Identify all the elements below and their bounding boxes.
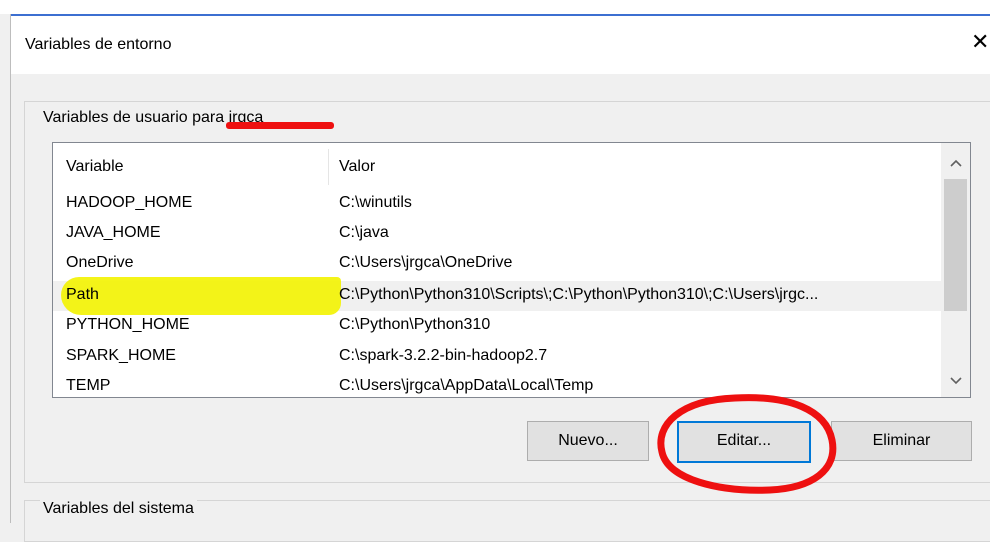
window-title: Variables de entorno (25, 36, 172, 53)
chevron-down-icon[interactable] (941, 365, 970, 395)
delete-button[interactable]: Eliminar (831, 421, 972, 461)
close-icon[interactable]: ✕ (971, 30, 989, 54)
redaction-mark (226, 122, 334, 129)
table-row[interactable]: JAVA_HOME C:\java (53, 219, 941, 249)
column-header-valor[interactable]: Valor (339, 158, 375, 176)
column-divider[interactable] (328, 149, 329, 185)
system-variables-legend: Variables del sistema (40, 500, 197, 518)
table-row[interactable]: OneDrive C:\Users\jrgca\OneDrive (53, 249, 941, 279)
cell-valor: C:\java (339, 224, 389, 241)
cell-variable: PYTHON_HOME (66, 316, 190, 333)
table-row[interactable]: SPARK_HOME C:\spark-3.2.2-bin-hadoop2.7 (53, 342, 941, 372)
cell-variable: JAVA_HOME (66, 224, 161, 241)
cell-valor: C:\Users\jrgca\AppData\Local\Temp (339, 377, 594, 394)
edit-button[interactable]: Editar... (677, 421, 811, 463)
cell-variable: HADOOP_HOME (66, 194, 193, 211)
scrollbar-thumb[interactable] (944, 179, 967, 311)
cell-variable: SPARK_HOME (66, 347, 176, 364)
background-window-edge (0, 0, 990, 16)
chevron-up-icon[interactable] (941, 147, 970, 177)
list-header: Variable Valor (53, 143, 941, 187)
new-button[interactable]: Nuevo... (527, 421, 649, 461)
cell-valor: C:\winutils (339, 194, 412, 211)
cell-variable: Path (66, 286, 99, 303)
table-row[interactable]: HADOOP_HOME C:\winutils (53, 189, 941, 219)
title-bar: Variables de entorno ✕ (11, 16, 990, 74)
vertical-scrollbar[interactable] (941, 143, 970, 397)
cell-valor: C:\spark-3.2.2-bin-hadoop2.7 (339, 347, 548, 364)
cell-valor: C:\Python\Python310\Scripts\;C:\Python\P… (339, 286, 819, 303)
user-variables-list[interactable]: Variable Valor HADOOP_HOME C:\winutils J… (52, 142, 971, 398)
highlight-marker (61, 277, 341, 315)
cell-valor: C:\Python\Python310 (339, 316, 491, 333)
background-window (0, 14, 11, 523)
table-row-path-selected[interactable]: Path C:\Python\Python310\Scripts\;C:\Pyt… (53, 277, 941, 315)
table-row[interactable]: TEMP C:\Users\jrgca\AppData\Local\Temp (53, 372, 941, 397)
cell-valor: C:\Users\jrgca\OneDrive (339, 254, 513, 271)
column-header-variable[interactable]: Variable (66, 158, 124, 176)
cell-variable: TEMP (66, 377, 111, 394)
cell-variable: OneDrive (66, 254, 134, 271)
table-row[interactable]: PYTHON_HOME C:\Python\Python310 (53, 311, 941, 341)
